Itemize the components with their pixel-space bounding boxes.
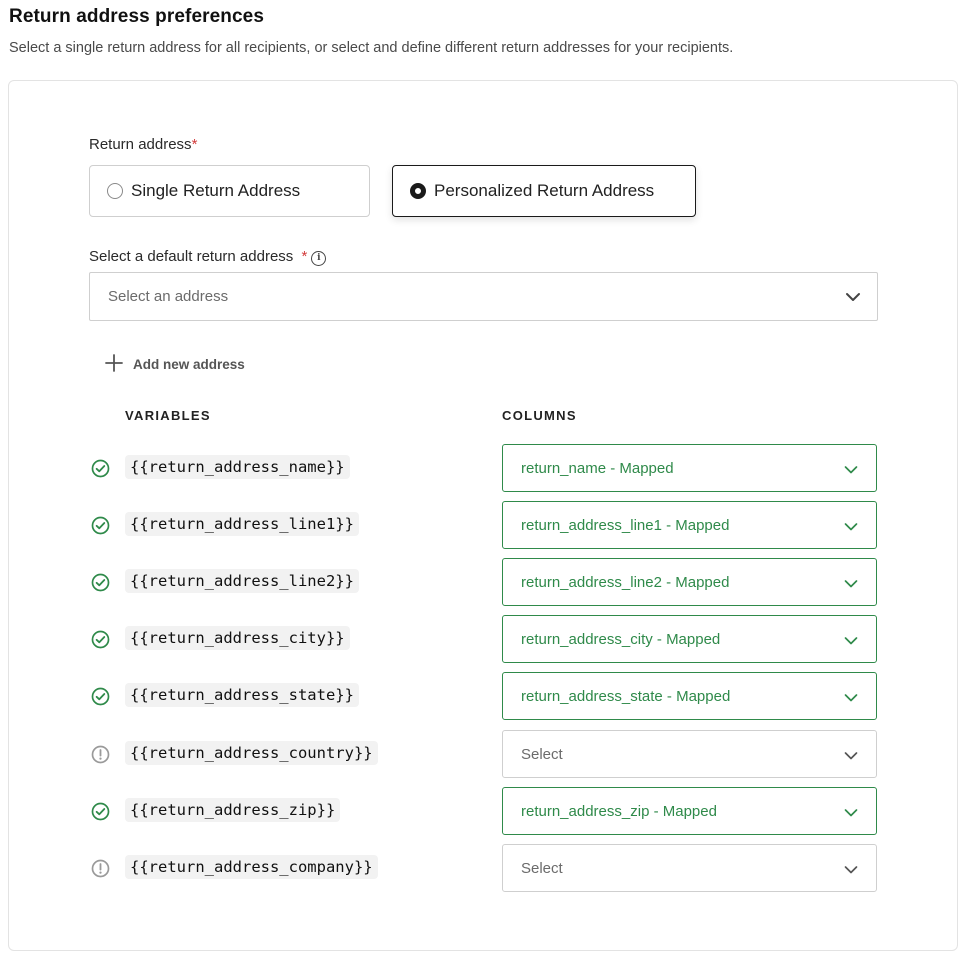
- column-select-value: return_address_city - Mapped: [521, 630, 721, 648]
- variable-chip: {{return_address_line2}}: [125, 569, 359, 593]
- page-title: Return address preferences: [9, 6, 264, 27]
- chevron-down-icon: [844, 463, 858, 480]
- column-select-value: return_name - Mapped: [521, 459, 674, 477]
- mapping-row: {{return_address_country}} Select: [0, 730, 975, 778]
- radio-single-label: Single Return Address: [131, 181, 301, 200]
- check-circle-icon: [91, 802, 110, 821]
- column-select[interactable]: return_address_state - Mapped: [502, 672, 877, 720]
- mapping-row: {{return_address_line1}} return_address_l…: [0, 501, 975, 549]
- variable-chip: {{return_address_company}}: [125, 855, 378, 879]
- alert-circle-icon: [91, 745, 110, 764]
- check-circle-icon: [91, 516, 110, 535]
- return-address-label-text: Return address: [89, 136, 192, 153]
- plus-icon: [104, 353, 124, 376]
- check-circle-icon: [91, 630, 110, 649]
- column-select-value: return_address_state - Mapped: [521, 687, 731, 705]
- mapping-row: {{return_address_name}} return_name - Map…: [0, 444, 975, 492]
- column-select-value: return_address_zip - Mapped: [521, 802, 717, 820]
- column-select-value: Select: [521, 859, 563, 877]
- radio-selected-icon[interactable]: [410, 183, 426, 199]
- chevron-down-icon: [844, 520, 858, 537]
- return-address-label: Return address*: [89, 136, 197, 153]
- info-icon[interactable]: i: [311, 251, 327, 266]
- chevron-down-icon: [844, 863, 858, 880]
- column-select[interactable]: return_address_line1 - Mapped: [502, 501, 877, 549]
- check-circle-icon: [91, 459, 110, 478]
- add-new-address-label: Add new address: [133, 357, 245, 372]
- chevron-down-icon: [844, 749, 858, 766]
- default-address-label: Select a default return address * i: [89, 248, 327, 266]
- radio-personalized-return-address[interactable]: Personalized Return Address: [392, 165, 696, 217]
- mapping-row: {{return_address_state}} return_address_s…: [0, 672, 975, 720]
- chevron-down-icon: [844, 806, 858, 823]
- chevron-down-icon: [845, 289, 861, 309]
- mapping-row: {{return_address_zip}} return_address_zip…: [0, 787, 975, 835]
- variable-chip: {{return_address_city}}: [125, 626, 350, 650]
- page-subtitle: Select a single return address for all r…: [9, 40, 734, 56]
- column-select[interactable]: return_address_line2 - Mapped: [502, 558, 877, 606]
- add-new-address-button[interactable]: Add new address: [104, 353, 245, 376]
- alert-circle-icon: [91, 859, 110, 878]
- chevron-down-icon: [844, 634, 858, 651]
- mapping-row: {{return_address_company}} Select: [0, 844, 975, 892]
- variable-chip: {{return_address_state}}: [125, 683, 359, 707]
- mapping-row: {{return_address_line2}} return_address_l…: [0, 558, 975, 606]
- variable-chip: {{return_address_zip}}: [125, 798, 341, 822]
- mapping-row: {{return_address_city}} return_address_ci…: [0, 615, 975, 663]
- column-select-value: Select: [521, 745, 563, 763]
- chevron-down-icon: [844, 577, 858, 594]
- required-asterisk: *: [191, 136, 198, 153]
- column-select[interactable]: return_name - Mapped: [502, 444, 877, 492]
- radio-single-return-address[interactable]: Single Return Address: [89, 165, 370, 217]
- radio-unselected-icon[interactable]: [107, 183, 123, 199]
- column-select[interactable]: return_address_city - Mapped: [502, 615, 877, 663]
- default-address-label-text: Select a default return address: [89, 248, 294, 265]
- chevron-down-icon: [844, 691, 858, 708]
- default-address-placeholder: Select an address: [108, 288, 229, 305]
- variable-chip: {{return_address_line1}}: [125, 512, 359, 536]
- column-select-value: return_address_line2 - Mapped: [521, 573, 730, 591]
- column-select[interactable]: Select: [502, 730, 877, 778]
- required-asterisk: *: [301, 248, 308, 265]
- radio-personalized-label: Personalized Return Address: [434, 181, 655, 200]
- check-circle-icon: [91, 573, 110, 592]
- column-select[interactable]: return_address_zip - Mapped: [502, 787, 877, 835]
- variables-column-header: VARIABLES: [125, 408, 211, 423]
- columns-column-header: COLUMNS: [502, 408, 577, 423]
- column-select[interactable]: Select: [502, 844, 877, 892]
- check-circle-icon: [91, 687, 110, 706]
- default-address-select[interactable]: Select an address: [89, 272, 878, 321]
- variable-chip: {{return_address_country}}: [125, 741, 378, 765]
- column-select-value: return_address_line1 - Mapped: [521, 516, 730, 534]
- variable-chip: {{return_address_name}}: [125, 455, 350, 479]
